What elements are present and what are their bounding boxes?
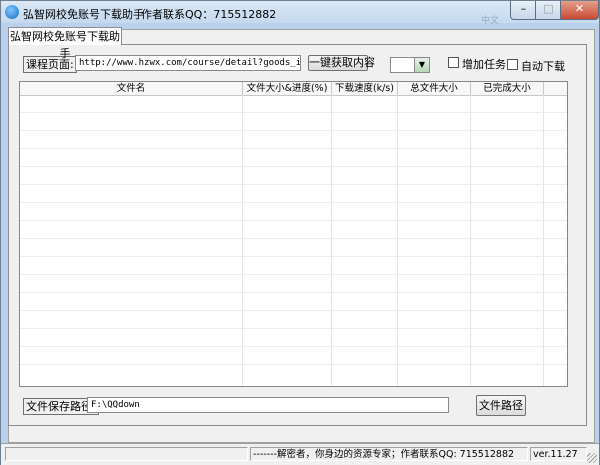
course-url-input[interactable]: http://www.hzwx.com/course/detail?goods_… — [75, 55, 301, 71]
column-header-speed[interactable]: 下载速度(k/s) — [332, 82, 398, 95]
grid-divider — [543, 95, 544, 386]
main-window: 弘智网校免账号下载助手 作者联系QQ：715512882 中文 – □ ✕ 弘智… — [0, 0, 600, 465]
grid-row-line — [20, 220, 567, 221]
fetch-content-button[interactable]: 一键获取内容 — [308, 55, 375, 71]
grid-row-line — [20, 310, 567, 311]
column-header-total-size[interactable]: 总文件大小 — [398, 82, 471, 95]
chevron-down-icon[interactable]: ▼ — [414, 58, 429, 72]
column-header-filename[interactable]: 文件名 — [20, 82, 243, 95]
add-task-label: 增加任务 — [462, 58, 506, 71]
grid-row-line — [20, 364, 567, 365]
background-ghost-text: 中文 — [481, 16, 500, 26]
minimize-icon: – — [520, 2, 527, 15]
grid-row-line — [20, 328, 567, 329]
grid-row-line — [20, 112, 567, 113]
grid-divider — [397, 95, 398, 386]
grid-row-line — [20, 292, 567, 293]
grid-divider — [242, 95, 243, 386]
grid-divider — [470, 95, 471, 386]
choose-path-button[interactable]: 文件路径 — [476, 395, 526, 416]
grid-row-line — [20, 130, 567, 131]
status-bar: -------解密者，你身边的资源专家；作者联系QQ: 715512882 ve… — [1, 443, 599, 465]
column-header-completed-size[interactable]: 已完成大小 — [471, 82, 544, 95]
window-title: 弘智网校免账号下载助手 — [23, 8, 144, 21]
status-message: -------解密者，你身边的资源专家；作者联系QQ: 715512882 — [250, 447, 528, 461]
grid-row-line — [20, 256, 567, 257]
author-contact: 作者联系QQ：715512882 — [141, 8, 277, 21]
maximize-icon: □ — [543, 2, 554, 15]
quality-select[interactable]: ▼ — [390, 57, 430, 73]
grid-divider — [331, 95, 332, 386]
table-header: 文件名 文件大小&进度(%) 下载速度(k/s) 总文件大小 已完成大小 — [20, 82, 567, 96]
status-segment-empty — [5, 447, 248, 461]
auto-download-checkbox[interactable] — [507, 59, 518, 70]
resize-grip-icon[interactable] — [587, 453, 597, 463]
app-icon — [5, 5, 19, 19]
minimize-button[interactable]: – — [510, 1, 537, 20]
version-label: ver.11.27 — [530, 447, 587, 461]
add-task-checkbox[interactable] — [448, 57, 459, 68]
close-icon: ✕ — [574, 2, 585, 15]
grid-row-line — [20, 148, 567, 149]
close-button[interactable]: ✕ — [560, 1, 599, 20]
grid-row-line — [20, 238, 567, 239]
maximize-button[interactable]: □ — [535, 1, 562, 20]
auto-download-label: 自动下载 — [521, 60, 565, 73]
grid-row-line — [20, 274, 567, 275]
save-path-input[interactable]: F:\QQdown — [87, 397, 449, 413]
grid-row-line — [20, 166, 567, 167]
download-table[interactable]: 文件名 文件大小&进度(%) 下载速度(k/s) 总文件大小 已完成大小 — [19, 81, 568, 387]
grid-row-line — [20, 346, 567, 347]
column-header-progress[interactable]: 文件大小&进度(%) — [243, 82, 332, 95]
tab-main[interactable]: 弘智网校免账号下载助手 — [8, 27, 122, 60]
grid-row-line — [20, 202, 567, 203]
title-bar[interactable]: 弘智网校免账号下载助手 作者联系QQ：715512882 中文 – □ ✕ — [1, 1, 599, 26]
grid-row-line — [20, 184, 567, 185]
